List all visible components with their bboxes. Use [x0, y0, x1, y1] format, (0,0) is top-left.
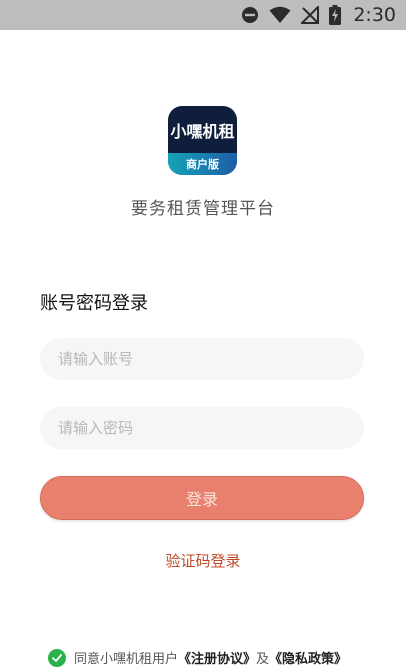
logo-main-text: 小嘿机租 — [170, 122, 235, 141]
register-agreement-link[interactable]: 《注册协议》 — [178, 648, 256, 667]
password-input[interactable] — [40, 407, 364, 449]
login-button[interactable]: 登录 — [40, 476, 364, 520]
wifi-icon — [269, 6, 291, 23]
logo-badge-bar: 商户版 — [168, 153, 237, 175]
login-section-title: 账号密码登录 — [40, 293, 148, 314]
logo-badge-text: 商户版 — [186, 158, 219, 171]
privacy-policy-link[interactable]: 《隐私政策》 — [269, 648, 347, 667]
sms-login-link[interactable]: 验证码登录 — [0, 550, 406, 571]
status-bar: 2:30 — [0, 0, 406, 30]
agreement-prefix: 同意小嘿机租用户 — [74, 652, 179, 667]
app-logo: 小嘿机租 商户版 — [168, 106, 237, 175]
no-signal-icon — [301, 6, 320, 24]
status-time: 2:30 — [353, 4, 396, 26]
status-icons: 2:30 — [241, 0, 396, 30]
app-tagline: 要务租赁管理平台 — [131, 199, 275, 219]
account-input[interactable] — [40, 338, 364, 380]
agreement-and: 及 — [256, 652, 270, 667]
battery-charging-icon — [329, 5, 342, 25]
agreement-check-icon[interactable] — [48, 648, 66, 667]
agreement-row: 同意小嘿机租用户 《注册协议》 及 《隐私政策》 — [48, 648, 347, 667]
do-not-disturb-icon — [242, 7, 259, 23]
